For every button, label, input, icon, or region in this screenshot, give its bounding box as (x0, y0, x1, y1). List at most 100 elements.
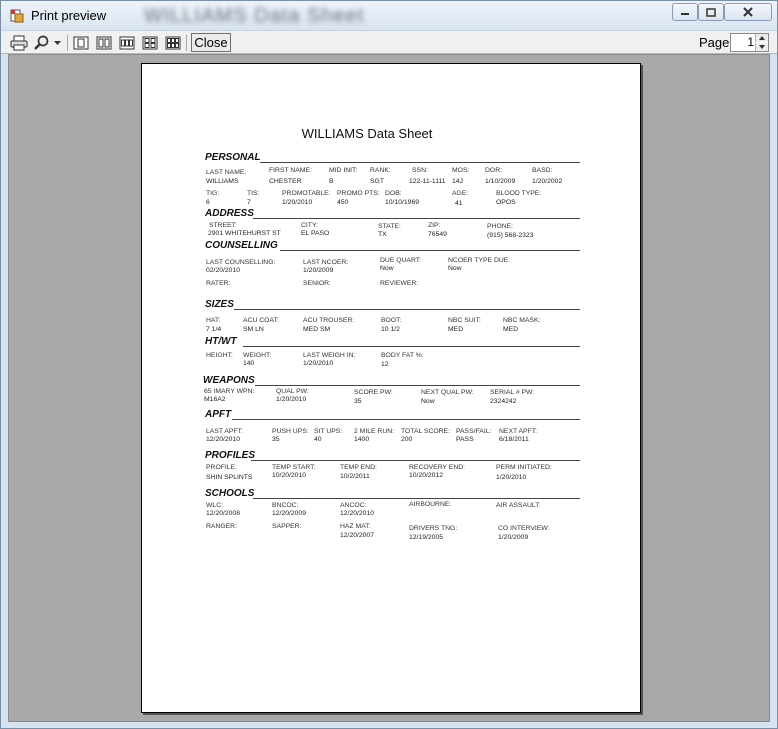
section-divider (280, 250, 580, 251)
page-number-spinner[interactable]: 1 (730, 33, 769, 52)
field-label: DOR: (485, 167, 502, 174)
field-value: 1/20/2010 (276, 396, 307, 403)
field-label: REVIEWER: (380, 280, 419, 287)
field-value: 12/19/2005 (409, 534, 444, 541)
field-value: 12/20/2008 (206, 510, 241, 517)
field-value: MED (503, 326, 519, 333)
section-title-counselling: COUNSELLING (205, 240, 278, 251)
field-value: 200 (401, 436, 413, 443)
field-label: BLOOD TYPE: (496, 190, 542, 197)
field-value: (915) 568-2323 (487, 232, 534, 239)
six-pages-icon[interactable] (165, 34, 181, 52)
field-label: RANGER: (206, 523, 237, 530)
field-value: Now (421, 398, 435, 405)
field-value: SM LN (243, 326, 264, 333)
window-close-button[interactable] (724, 3, 772, 21)
section-title-weapons: WEAPONS (203, 375, 255, 386)
spinner-down-button[interactable] (755, 43, 768, 51)
field-label: SSN: (412, 167, 428, 174)
dropdown-arrow-icon[interactable] (53, 34, 62, 52)
section-title-schools: SCHOOLS (205, 488, 255, 499)
field-label: NEXT QUAL PW: (421, 389, 474, 396)
field-value: 1/20/2010 (303, 360, 334, 367)
three-pages-icon[interactable] (119, 34, 135, 52)
field-label: ACU TROUSER: (303, 317, 355, 324)
field-value: 6/18/2011 (499, 436, 529, 443)
field-value: SGT (370, 178, 384, 185)
field-label: PERM INITIATED: (496, 464, 552, 471)
printer-icon[interactable] (10, 34, 28, 52)
field-label: LAST NCOER: (303, 259, 349, 266)
two-pages-icon[interactable] (96, 34, 112, 52)
field-label: STREET: (209, 222, 237, 229)
field-label: SENIOR: (303, 280, 331, 287)
field-label: DOB: (385, 190, 402, 197)
field-label: HAT: (206, 317, 221, 324)
field-label: LAST APFT: (206, 428, 243, 435)
field-value: 7 1/4 (206, 326, 222, 333)
spinner-up-button[interactable] (755, 34, 768, 42)
field-value: 12/20/2010 (206, 436, 241, 443)
minimize-button[interactable] (672, 3, 698, 21)
field-label: HEIGHT: (206, 352, 233, 359)
field-value: CHESTER (269, 178, 302, 185)
close-button[interactable]: Close (191, 33, 231, 52)
maximize-button[interactable] (698, 3, 724, 21)
field-label: PROMOTABLE: (282, 190, 331, 197)
field-value: 12/20/2010 (340, 510, 375, 517)
section-title-profiles: PROFILES (205, 450, 256, 461)
field-value: 10/20/2010 (272, 472, 307, 479)
field-label: RANK: (370, 167, 391, 174)
page-number-value[interactable]: 1 (747, 35, 754, 49)
section-divider (253, 218, 580, 219)
field-label: 2 MILE RUN: (354, 428, 395, 435)
field-value: 76549 (428, 231, 447, 238)
field-label: NEXT APFT: (499, 428, 538, 435)
field-label: QUAL PW: (276, 388, 309, 395)
toolbar-separator (186, 35, 187, 51)
field-label: 65 IMARY WPN: (204, 388, 255, 395)
field-value: 1/20/2009 (303, 267, 334, 274)
field-value: Now (380, 265, 394, 272)
document-page: WILLIAMS Data Sheet PERSONAL LAST NAME: … (141, 63, 641, 713)
field-value: 10 1/2 (381, 326, 400, 333)
field-label: PHONE: (487, 223, 514, 230)
field-label: SCORE PW: (354, 389, 393, 396)
field-label: BNCOC: (272, 502, 299, 509)
field-label: TEMP START: (272, 464, 316, 471)
field-label: WEIGHT: (243, 352, 272, 359)
field-value: B (329, 178, 334, 185)
section-divider (255, 385, 580, 386)
title-bar[interactable]: Print preview WILLIAMS Data Sheet (1, 1, 777, 30)
field-label: PROFILE: (206, 464, 237, 471)
field-label: PUSH UPS: (272, 428, 309, 435)
four-pages-icon[interactable] (142, 34, 158, 52)
field-label: BASD: (532, 167, 553, 174)
field-label: NBC SUIT: (448, 317, 481, 324)
field-label: TOTAL SCORE: (401, 428, 450, 435)
toolbar-separator (67, 35, 68, 51)
field-value: 6 (206, 199, 210, 206)
field-value: 12/20/2007 (340, 532, 375, 539)
section-divider (232, 419, 580, 420)
section-divider (234, 309, 580, 310)
field-value: 10/10/1969 (385, 199, 420, 206)
field-value: 1/20/2002 (532, 178, 563, 185)
field-value: 12/20/2009 (272, 510, 307, 517)
field-value: 1/20/2009 (498, 534, 529, 541)
window-right-edge (770, 54, 777, 722)
section-title-address: ADDRESS (205, 208, 254, 219)
maximize-icon (706, 7, 716, 17)
field-value: WILLIAMS (206, 178, 239, 185)
print-preview-window: Print preview WILLIAMS Data Sheet Close … (0, 0, 778, 729)
field-value: 7 (247, 199, 251, 206)
field-label: RATER: (206, 280, 231, 287)
preview-area[interactable]: WILLIAMS Data Sheet PERSONAL LAST NAME: … (8, 54, 770, 722)
field-label: BOOT: (381, 317, 402, 324)
zoom-icon[interactable] (34, 34, 50, 52)
field-value: TX (378, 231, 387, 238)
field-label: MOS: (452, 167, 470, 174)
field-label: PASS/FAIL: (456, 428, 492, 435)
field-value: EL PASO (301, 230, 330, 237)
one-page-icon[interactable] (73, 34, 89, 52)
